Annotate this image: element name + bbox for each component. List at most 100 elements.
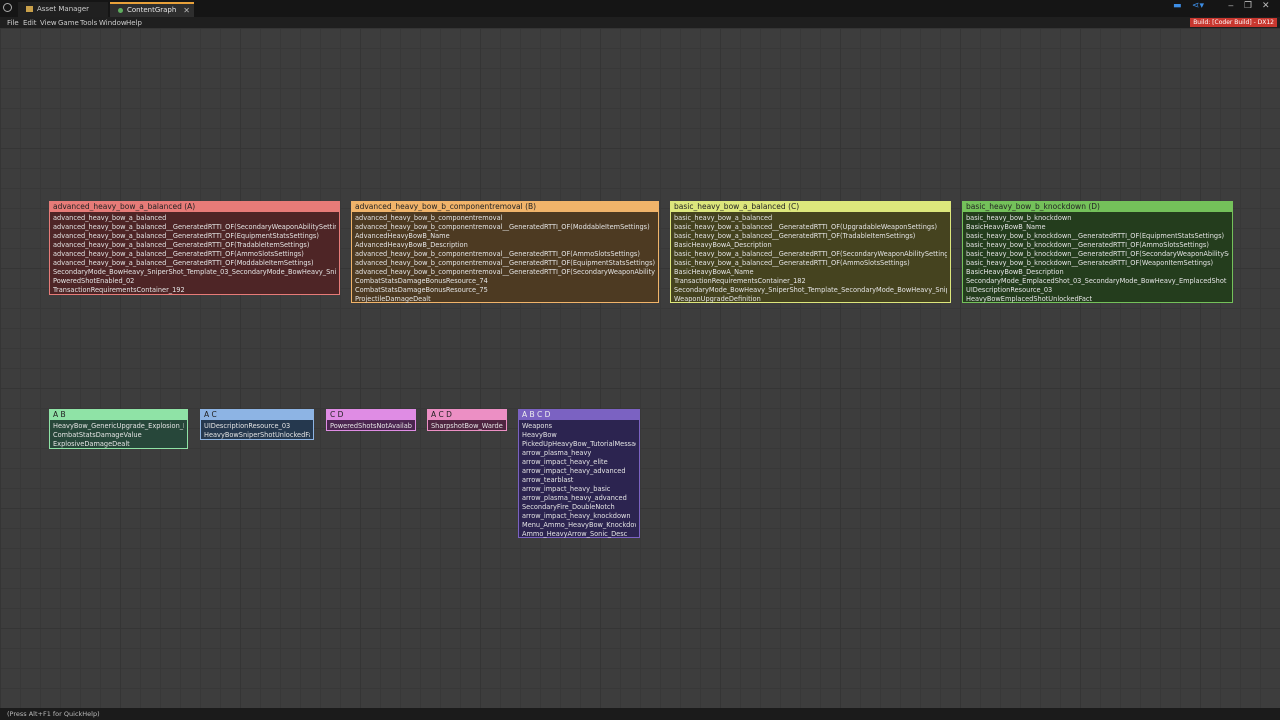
- node-intersection-abcd[interactable]: A B C D Weapons HeavyBow PickedUpHeavyBow_…: [518, 409, 640, 538]
- share-icon[interactable]: ⋖▾: [1192, 1, 1204, 11]
- node-entry[interactable]: advanced_heavy_bow_b_componentremoval__G…: [355, 223, 655, 232]
- node-entry[interactable]: AdvancedHeavyBowB_Description: [355, 241, 655, 250]
- close-window-icon[interactable]: ✕: [1262, 1, 1270, 11]
- menu-view[interactable]: View: [40, 19, 57, 27]
- node-entry[interactable]: ProjectileDamageDealt: [355, 295, 655, 304]
- node-entry[interactable]: UIDescriptionResource_03: [966, 286, 1229, 295]
- node-entry[interactable]: basic_heavy_bow_b_knockdown__GeneratedRT…: [966, 250, 1229, 259]
- node-entry[interactable]: CombatStatsDamageBonusResource_75: [355, 286, 655, 295]
- node-entry[interactable]: advanced_heavy_bow_a_balanced__Generated…: [53, 223, 336, 232]
- node-entry[interactable]: SecondaryMode_BowHeavy_SniperShot_Templa…: [674, 286, 947, 295]
- node-entry[interactable]: arrow_plasma_heavy: [522, 449, 636, 458]
- node-entry[interactable]: Menu_Ammo_HeavyBow_Knockdown: [522, 521, 636, 530]
- node-entry[interactable]: CombatStatsDamageValue: [53, 431, 184, 440]
- node-set-a[interactable]: advanced_heavy_bow_a_balanced (A) advanc…: [49, 201, 340, 295]
- node-entry[interactable]: arrow_impact_heavy_elite: [522, 458, 636, 467]
- close-tab-icon[interactable]: ✕: [183, 6, 190, 15]
- node-entry[interactable]: BasicHeavyBowB_Description: [966, 268, 1229, 277]
- node-entry[interactable]: SecondaryMode_BowHeavy_SniperShot_Templa…: [53, 268, 336, 277]
- node-set-b[interactable]: advanced_heavy_bow_b_componentremoval (B…: [351, 201, 659, 303]
- node-entry[interactable]: PoweredShotsNotAvailable: [330, 422, 412, 431]
- node-intersection-ab[interactable]: A B HeavyBow_GenericUpgrade_Explosion_Bl…: [49, 409, 188, 449]
- node-title: basic_heavy_bow_b_knockdown (D): [963, 202, 1232, 212]
- node-entry[interactable]: advanced_heavy_bow_b_componentremoval__G…: [355, 250, 655, 259]
- node-entry[interactable]: basic_heavy_bow_b_knockdown__GeneratedRT…: [966, 259, 1229, 268]
- node-entry[interactable]: basic_heavy_bow_b_knockdown__GeneratedRT…: [966, 232, 1229, 241]
- node-entry[interactable]: HeavyBow_GenericUpgrade_Explosion_Blue: [53, 422, 184, 431]
- node-entry[interactable]: advanced_heavy_bow_a_balanced: [53, 214, 336, 223]
- node-entry[interactable]: ExplosiveDamageDealt: [53, 440, 184, 449]
- node-entry[interactable]: SecondaryMode_EmplacedShot_03_SecondaryM…: [966, 277, 1229, 286]
- node-intersection-ac[interactable]: A C UIDescriptionResource_03 HeavyBowSnip…: [200, 409, 314, 440]
- node-entry[interactable]: basic_heavy_bow_a_balanced: [674, 214, 947, 223]
- node-entry[interactable]: BasicHeavyBowA_Description: [674, 241, 947, 250]
- tab-asset-manager[interactable]: Asset Manager: [18, 2, 108, 17]
- node-body: basic_heavy_bow_b_knockdown BasicHeavyBow…: [963, 212, 1232, 304]
- node-body: basic_heavy_bow_a_balanced basic_heavy_bo…: [671, 212, 950, 304]
- node-entry[interactable]: arrow_tearblast: [522, 476, 636, 485]
- tab-content-graph[interactable]: ContentGraph ✕: [110, 2, 194, 17]
- folder-icon: [26, 6, 33, 12]
- node-entry[interactable]: advanced_heavy_bow_b_componentremoval__G…: [355, 268, 655, 277]
- node-body: SharpshotBow_Warden: [428, 420, 506, 431]
- node-entry[interactable]: basic_heavy_bow_a_balanced__GeneratedRTT…: [674, 232, 947, 241]
- menu-help[interactable]: Help: [126, 19, 142, 27]
- node-title: A C: [201, 410, 313, 420]
- node-entry[interactable]: basic_heavy_bow_b_knockdown: [966, 214, 1229, 223]
- node-entry[interactable]: arrow_plasma_heavy_advanced: [522, 494, 636, 503]
- node-entry[interactable]: arrow_impact_heavy_advanced: [522, 467, 636, 476]
- node-entry[interactable]: advanced_heavy_bow_a_balanced__Generated…: [53, 250, 336, 259]
- node-intersection-acd[interactable]: A C D SharpshotBow_Warden: [427, 409, 507, 431]
- node-intersection-cd[interactable]: C D PoweredShotsNotAvailable: [326, 409, 416, 431]
- node-body: Weapons HeavyBow PickedUpHeavyBow_Tutorial…: [519, 420, 639, 539]
- node-entry[interactable]: BasicHeavyBowA_Name: [674, 268, 947, 277]
- node-entry[interactable]: CombatStatsDamageBonusResource_74: [355, 277, 655, 286]
- node-entry[interactable]: SharpshotBow_Warden: [431, 422, 503, 431]
- node-entry[interactable]: advanced_heavy_bow_b_componentremoval: [355, 214, 655, 223]
- minimize-icon[interactable]: ‒: [1228, 1, 1234, 11]
- node-body: HeavyBow_GenericUpgrade_Explosion_Blue Co…: [50, 420, 187, 449]
- node-entry[interactable]: TransactionRequirementsContainer_192: [53, 286, 336, 295]
- node-entry[interactable]: basic_heavy_bow_a_balanced__GeneratedRTT…: [674, 250, 947, 259]
- node-title: C D: [327, 410, 415, 420]
- node-entry[interactable]: WeaponUpgradeDefinition: [674, 295, 947, 304]
- node-entry[interactable]: HeavyBowSniperShotUnlockedFact: [204, 431, 310, 440]
- node-entry[interactable]: HeavyBowEmplacedShotUnlockedFact: [966, 295, 1229, 304]
- node-entry[interactable]: AdvancedHeavyBowB_Name: [355, 232, 655, 241]
- node-entry[interactable]: Ammo_HeavyArrow_Sonic_Desc: [522, 530, 636, 539]
- node-body: advanced_heavy_bow_b_componentremoval adv…: [352, 212, 658, 304]
- maximize-icon[interactable]: ❐: [1244, 1, 1252, 11]
- monitor-icon[interactable]: ▬: [1173, 1, 1182, 11]
- node-entry[interactable]: arrow_impact_heavy_knockdown: [522, 512, 636, 521]
- node-body: UIDescriptionResource_03 HeavyBowSniperSh…: [201, 420, 313, 440]
- node-entry[interactable]: advanced_heavy_bow_b_componentremoval__G…: [355, 259, 655, 268]
- node-entry[interactable]: SecondaryFire_DoubleNotch: [522, 503, 636, 512]
- node-entry[interactable]: advanced_heavy_bow_a_balanced__Generated…: [53, 232, 336, 241]
- node-entry[interactable]: PoweredShotEnabled_02: [53, 277, 336, 286]
- node-entry[interactable]: TransactionRequirementsContainer_182: [674, 277, 947, 286]
- node-title: A B C D: [519, 410, 639, 420]
- node-entry[interactable]: BasicHeavyBowB_Name: [966, 223, 1229, 232]
- node-body: advanced_heavy_bow_a_balanced advanced_he…: [50, 212, 339, 295]
- node-entry[interactable]: HeavyBow: [522, 431, 636, 440]
- node-title: advanced_heavy_bow_a_balanced (A): [50, 202, 339, 212]
- node-entry[interactable]: basic_heavy_bow_a_balanced__GeneratedRTT…: [674, 259, 947, 268]
- node-entry[interactable]: UIDescriptionResource_03: [204, 422, 310, 431]
- graph-canvas[interactable]: [0, 28, 1280, 708]
- node-title: basic_heavy_bow_a_balanced (C): [671, 202, 950, 212]
- node-entry[interactable]: PickedUpHeavyBow_TutorialMessage: [522, 440, 636, 449]
- node-entry[interactable]: arrow_impact_heavy_basic: [522, 485, 636, 494]
- menu-tools[interactable]: Tools: [80, 19, 97, 27]
- menu-edit[interactable]: Edit: [23, 19, 37, 27]
- graph-icon: [118, 8, 123, 13]
- menu-game[interactable]: Game: [58, 19, 79, 27]
- node-entry[interactable]: Weapons: [522, 422, 636, 431]
- node-entry[interactable]: advanced_heavy_bow_a_balanced__Generated…: [53, 259, 336, 268]
- node-entry[interactable]: basic_heavy_bow_b_knockdown__GeneratedRT…: [966, 241, 1229, 250]
- menu-window[interactable]: Window: [99, 19, 127, 27]
- menu-file[interactable]: File: [7, 19, 19, 27]
- node-set-c[interactable]: basic_heavy_bow_a_balanced (C) basic_hea…: [670, 201, 951, 303]
- node-entry[interactable]: advanced_heavy_bow_a_balanced__Generated…: [53, 241, 336, 250]
- node-entry[interactable]: basic_heavy_bow_a_balanced__GeneratedRTT…: [674, 223, 947, 232]
- node-set-d[interactable]: basic_heavy_bow_b_knockdown (D) basic_he…: [962, 201, 1233, 303]
